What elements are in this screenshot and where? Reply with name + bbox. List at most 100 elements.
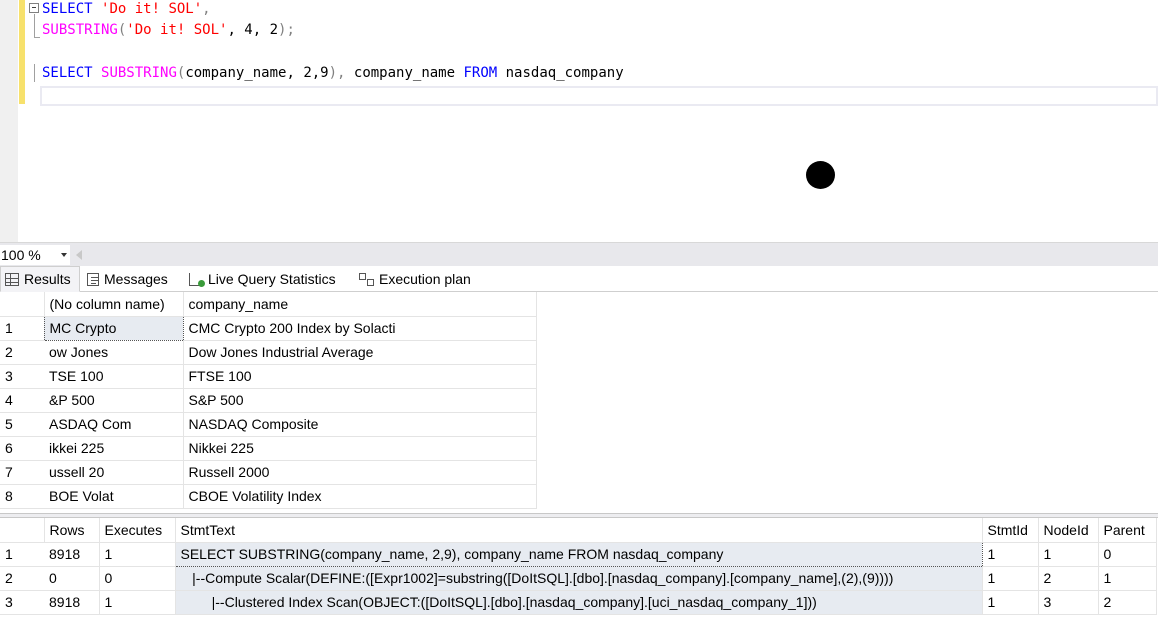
row-number[interactable]: 3 [0, 590, 44, 615]
zoom-dropdown[interactable]: 100 % [0, 245, 70, 265]
table-row[interactable]: 8 BOE Volat CBOE Volatility Index [0, 484, 537, 509]
table-cell[interactable]: CBOE Volatility Index [183, 484, 537, 509]
messages-icon [87, 272, 99, 286]
row-number[interactable]: 1 [0, 316, 44, 341]
table-cell[interactable]: 1 [1098, 566, 1157, 591]
table-row[interactable]: 3 TSE 100 FTSE 100 [0, 364, 537, 389]
row-number[interactable]: 5 [0, 412, 44, 437]
column-header[interactable]: Executes [99, 518, 176, 543]
execution-plan-icon [359, 272, 374, 286]
table-cell[interactable]: ow Jones [44, 340, 184, 365]
table-cell[interactable]: 0 [44, 566, 100, 591]
results-grid-panel[interactable]: (No column name) company_name 1 MC Crypto… [0, 292, 1158, 513]
table-row[interactable]: 1 MC Crypto CMC Crypto 200 Index by Solact… [0, 315, 537, 341]
code-token: company_name, 2,9 [185, 65, 329, 81]
table-cell[interactable]: ikkei 225 [44, 436, 184, 461]
tab-execution-plan[interactable]: Execution plan [355, 266, 475, 292]
row-number[interactable]: 2 [0, 566, 44, 591]
code-token: , 4, 2 [227, 22, 279, 38]
code-line-2[interactable]: SUBSTRING('Do it! SOL', 4, 2); [42, 21, 295, 39]
results-grid[interactable]: (No column name) company_name 1 MC Crypto… [0, 292, 537, 509]
table-cell[interactable]: 2 [1098, 590, 1157, 615]
row-number[interactable]: 1 [0, 542, 44, 567]
column-header[interactable]: (No column name) [44, 292, 184, 317]
row-number[interactable]: 4 [0, 388, 44, 413]
code-line-1[interactable]: SELECT 'Do it! SOL', [42, 0, 211, 18]
column-header[interactable]: NodeId [1038, 518, 1099, 543]
table-cell[interactable]: FTSE 100 [183, 364, 537, 389]
code-token: company_name [345, 65, 464, 81]
column-header[interactable]: StmtText [175, 518, 983, 543]
table-cell[interactable]: 8918 [44, 542, 100, 567]
code-token: nasdaq_company [497, 65, 624, 81]
row-number[interactable]: 6 [0, 436, 44, 461]
code-token: 'Do it! SOL' [101, 1, 203, 17]
table-cell[interactable]: 1 [982, 566, 1039, 591]
column-header[interactable]: Rows [44, 518, 100, 543]
zoom-value: 100 % [1, 247, 41, 263]
table-cell[interactable]: 0 [1098, 542, 1157, 567]
table-row[interactable]: 5 ASDAQ Com NASDAQ Composite [0, 412, 537, 437]
current-line-highlight [40, 86, 1158, 106]
table-cell[interactable]: CMC Crypto 200 Index by Solacti [183, 316, 537, 341]
fold-guide-line [34, 64, 35, 82]
table-cell[interactable]: BOE Volat [44, 484, 184, 509]
query-editor[interactable]: SELECT 'Do it! SOL', SUBSTRING('Do it! S… [0, 0, 1158, 242]
editor-gutter [0, 0, 18, 242]
showplan-grid-panel[interactable]: Rows Executes StmtText StmtId NodeId Par… [0, 518, 1158, 621]
fold-guide-end [34, 37, 40, 38]
table-cell[interactable]: &P 500 [44, 388, 184, 413]
row-header-corner[interactable] [0, 292, 45, 317]
table-row[interactable]: 4 &P 500 S&P 500 [0, 388, 537, 413]
row-number[interactable]: 3 [0, 364, 44, 389]
column-header[interactable]: Parent [1098, 518, 1157, 543]
stmt-text-cell[interactable]: SELECT SUBSTRING(company_name, 2,9), com… [174, 541, 983, 567]
row-number[interactable]: 7 [0, 460, 44, 485]
code-token: ), [328, 65, 346, 81]
table-cell[interactable]: 0 [99, 566, 176, 591]
tab-messages[interactable]: Messages [83, 266, 172, 292]
table-cell[interactable]: NASDAQ Composite [183, 412, 537, 437]
table-cell[interactable]: 2 [1038, 566, 1099, 591]
table-cell[interactable]: 8918 [44, 590, 100, 615]
column-header[interactable]: StmtId [982, 518, 1039, 543]
table-cell[interactable]: MC Crypto [43, 315, 184, 341]
table-cell[interactable]: 1 [982, 542, 1039, 567]
stmt-text-cell[interactable]: |--Compute Scalar(DEFINE:([Expr1002]=sub… [175, 566, 983, 591]
table-cell[interactable]: Dow Jones Industrial Average [183, 340, 537, 365]
collapse-icon[interactable] [29, 3, 39, 13]
code-token: FROM [463, 65, 498, 81]
table-row[interactable]: 3 8918 1 |--Clustered Index Scan(OBJECT:([… [0, 590, 1157, 615]
row-number[interactable]: 8 [0, 484, 44, 509]
table-cell[interactable]: 1 [1038, 542, 1099, 567]
results-tab-bar: Results Messages Live Query Statistics E… [0, 266, 1158, 292]
table-row[interactable]: 6 ikkei 225 Nikkei 225 [0, 436, 537, 461]
table-cell[interactable]: S&P 500 [183, 388, 537, 413]
table-row[interactable]: 200 |--Compute Scalar(DEFINE:([Expr1002]… [0, 566, 1157, 591]
table-row[interactable]: 2 ow Jones Dow Jones Industrial Average [0, 340, 537, 365]
row-header-corner[interactable] [0, 518, 45, 543]
table-cell[interactable]: 3 [1038, 590, 1099, 615]
table-cell[interactable]: 1 [99, 590, 176, 615]
column-header[interactable]: company_name [183, 292, 537, 317]
table-row[interactable]: 1 8918 1 SELECT SUBSTRING(company_name, 2,9… [0, 541, 1157, 567]
code-line-4[interactable]: SELECT SUBSTRING(company_name, 2,9), com… [42, 64, 624, 82]
table-cell[interactable]: Russell 2000 [183, 460, 537, 485]
table-row[interactable]: 7 ussell 20 Russell 2000 [0, 460, 537, 485]
live-stats-icon [189, 272, 205, 287]
table-cell[interactable]: Nikkei 225 [183, 436, 537, 461]
scroll-left-icon[interactable] [76, 250, 82, 260]
tab-live-query-statistics[interactable]: Live Query Statistics [185, 266, 340, 292]
table-cell[interactable]: ussell 20 [44, 460, 184, 485]
tab-results[interactable]: Results [0, 266, 80, 292]
table-cell[interactable]: 1 [99, 542, 176, 567]
table-cell[interactable]: 1 [982, 590, 1039, 615]
tab-label: Live Query Statistics [208, 271, 336, 287]
table-cell[interactable]: TSE 100 [44, 364, 184, 389]
showplan-grid[interactable]: Rows Executes StmtText StmtId NodeId Par… [0, 518, 1157, 615]
tab-label: Results [24, 271, 71, 287]
table-cell[interactable]: ASDAQ Com [44, 412, 184, 437]
stmt-text-cell[interactable]: |--Clustered Index Scan(OBJECT:([DoItSQL… [175, 590, 983, 615]
row-number[interactable]: 2 [0, 340, 44, 365]
